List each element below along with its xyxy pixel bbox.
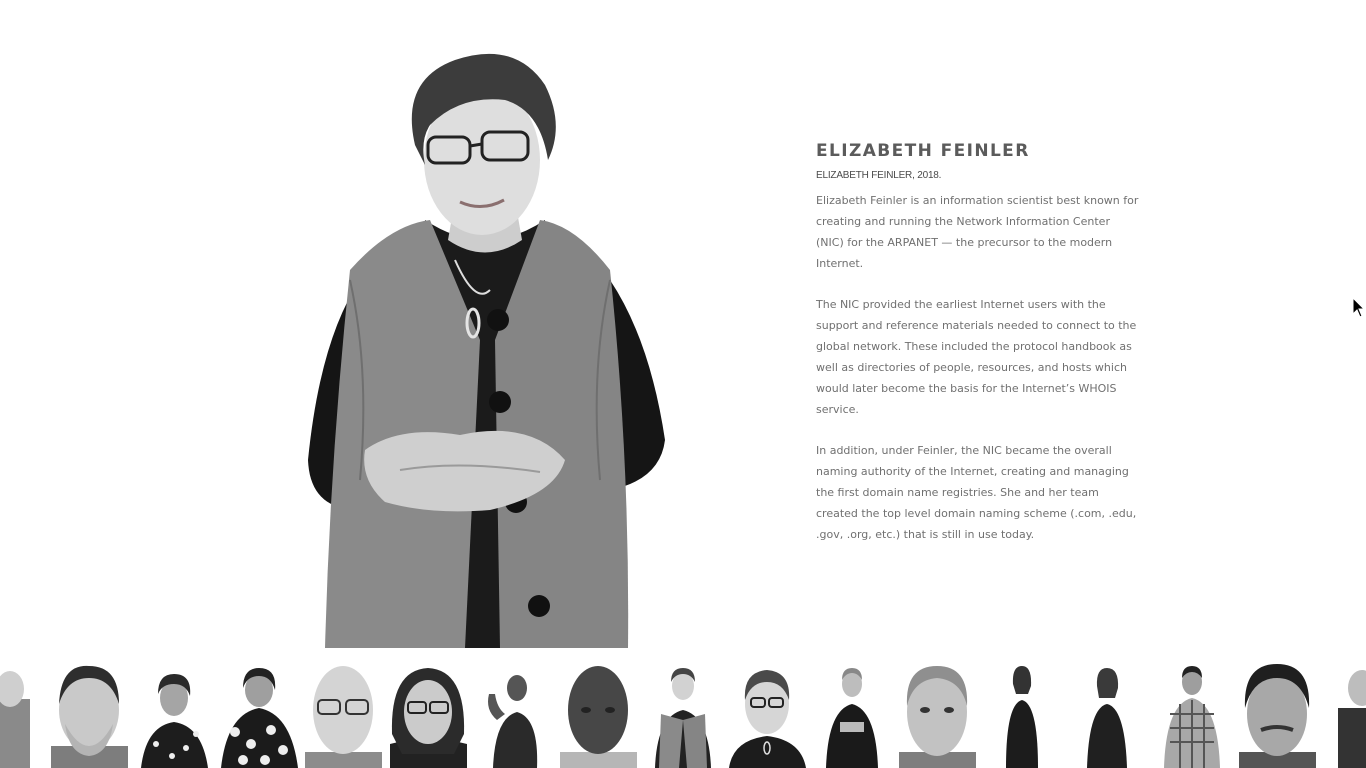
bio-panel: ELIZABETH FEINLER ELIZABETH FEINLER, 201…: [816, 140, 1141, 565]
portrait-thumbnail[interactable]: [1069, 664, 1146, 768]
portrait-thumbnail[interactable]: [136, 664, 213, 768]
portrait-thumbnail[interactable]: [51, 664, 128, 768]
bio-paragraph: Elizabeth Feinler is an information scie…: [816, 194, 1139, 270]
portrait-thumbnail[interactable]: [814, 664, 891, 768]
portrait-gallery-page: ELIZABETH FEINLER ELIZABETH FEINLER, 201…: [0, 0, 1366, 768]
featured-portrait-image: [290, 40, 680, 648]
portrait-thumbnail[interactable]: [645, 664, 722, 768]
portrait-thumbnail[interactable]: [1154, 664, 1231, 768]
portrait-thumbnail-strip: [0, 664, 1366, 768]
portrait-thumbnail[interactable]: [221, 664, 298, 768]
bio-paragraph: The NIC provided the earliest Internet u…: [816, 298, 1137, 416]
portrait-thumbnail[interactable]: [305, 664, 382, 768]
mouse-cursor-icon: [1352, 296, 1366, 319]
portrait-thumbnail-selected[interactable]: [729, 664, 806, 768]
portrait-thumbnail[interactable]: [560, 664, 637, 768]
portrait-thumbnail[interactable]: [1239, 664, 1316, 768]
portrait-thumbnail[interactable]: [0, 664, 37, 768]
portrait-thumbnail[interactable]: [899, 664, 976, 768]
portrait-thumbnail[interactable]: [475, 664, 552, 768]
portrait-thumbnail[interactable]: [390, 664, 467, 768]
photo-caption: ELIZABETH FEINLER, 2018.: [816, 170, 942, 181]
person-name: ELIZABETH FEINLER: [816, 141, 1030, 161]
portrait-thumbnail[interactable]: [1338, 664, 1366, 768]
bio-paragraph: In addition, under Feinler, the NIC beca…: [816, 444, 1137, 541]
portrait-thumbnail[interactable]: [984, 664, 1061, 768]
